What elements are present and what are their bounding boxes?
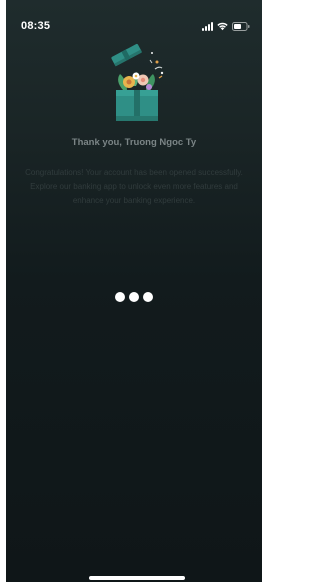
loading-dot bbox=[129, 292, 139, 302]
status-time: 08:35 bbox=[21, 20, 51, 32]
loading-indicator bbox=[6, 292, 262, 302]
account-opened-message: Congratulations! Your account has been o… bbox=[25, 168, 243, 205]
home-indicator[interactable] bbox=[89, 576, 185, 580]
loading-dot bbox=[143, 292, 153, 302]
thank-you-title: Thank you, Truong Ngoc Ty bbox=[71, 137, 197, 148]
success-screen: 08:35 Thank you, Truong Ngoc Ty Congratu… bbox=[6, 0, 262, 582]
battery-icon bbox=[232, 21, 250, 31]
status-icons bbox=[202, 20, 250, 32]
wifi-icon bbox=[217, 22, 228, 31]
loading-dot bbox=[115, 292, 125, 302]
signal-icon bbox=[202, 21, 213, 31]
gift-box-icon bbox=[105, 40, 169, 124]
